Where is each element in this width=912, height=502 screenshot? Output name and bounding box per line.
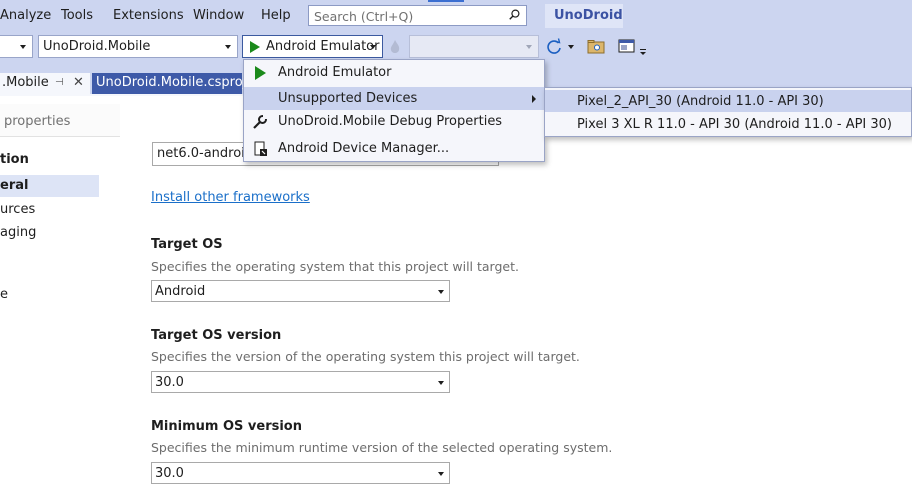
menu-window[interactable]: Window bbox=[193, 8, 244, 23]
search-placeholder: Search (Ctrl+Q) bbox=[314, 9, 414, 24]
menu-item-android-emulator[interactable]: Android Emulator bbox=[244, 61, 544, 84]
chevron-down-icon bbox=[438, 381, 444, 385]
chevron-down-icon bbox=[438, 290, 444, 294]
properties-search-placeholder: properties bbox=[4, 114, 71, 129]
target-os-select[interactable]: Android bbox=[151, 280, 450, 302]
chevron-down-icon bbox=[438, 472, 444, 476]
run-target-menu: Android Emulator Unsupported Devices Uno… bbox=[243, 59, 545, 162]
nav-item-resources[interactable]: urces bbox=[0, 202, 35, 217]
target-os-description: Specifies the operating system that this… bbox=[151, 259, 519, 274]
target-os-heading: Target OS bbox=[151, 237, 223, 252]
run-button[interactable]: Android Emulator bbox=[242, 35, 383, 58]
target-os-version-heading: Target OS version bbox=[151, 328, 282, 343]
chevron-right-icon bbox=[532, 95, 536, 103]
min-os-version-heading: Minimum OS version bbox=[151, 419, 302, 434]
search-icon bbox=[509, 9, 520, 20]
menu-item-label: Android Device Manager... bbox=[278, 141, 450, 156]
submenu-item-pixel-2[interactable]: Pixel_2_API_30 (Android 11.0 - API 30) bbox=[545, 90, 911, 112]
device-combo bbox=[409, 35, 539, 58]
flame-icon[interactable] bbox=[389, 39, 401, 55]
menu-item-label: Android Emulator bbox=[278, 65, 392, 80]
play-icon bbox=[252, 65, 268, 81]
nav-section-application[interactable]: tion bbox=[0, 152, 29, 167]
config-combo[interactable] bbox=[0, 35, 33, 58]
refresh-icon[interactable] bbox=[545, 38, 563, 56]
unsupported-devices-submenu: Pixel_2_API_30 (Android 11.0 - API 30) P… bbox=[544, 87, 912, 137]
play-icon bbox=[250, 41, 260, 53]
target-os-value: Android bbox=[155, 284, 206, 299]
menu-item-unsupported-devices[interactable]: Unsupported Devices bbox=[244, 87, 544, 110]
window-layout-icon[interactable] bbox=[618, 38, 636, 56]
project-combo-value: UnoDroid.Mobile bbox=[43, 39, 151, 54]
run-button-label: Android Emulator bbox=[266, 39, 380, 54]
project-combo[interactable]: UnoDroid.Mobile bbox=[38, 35, 238, 58]
menu-analyze[interactable]: Analyze bbox=[0, 8, 51, 23]
app-title: UnoDroid bbox=[554, 8, 623, 23]
menu-item-label: UnoDroid.Mobile Debug Properties bbox=[278, 114, 503, 129]
chevron-down-icon bbox=[526, 45, 532, 49]
tab-label: .Mobile bbox=[2, 75, 49, 90]
tab-mobile[interactable]: .Mobile ⊣ ✕ bbox=[0, 73, 90, 94]
device-manager-icon bbox=[252, 141, 268, 157]
close-icon[interactable]: ✕ bbox=[73, 75, 84, 90]
submenu-item-label: Pixel_2_API_30 (Android 11.0 - API 30) bbox=[577, 94, 824, 109]
chevron-down-icon bbox=[225, 45, 231, 49]
target-os-version-description: Specifies the version of the operating s… bbox=[151, 349, 580, 364]
nav-item-other[interactable]: e bbox=[0, 287, 8, 302]
overflow-line bbox=[640, 49, 646, 50]
nav-item-packaging[interactable]: aging bbox=[0, 225, 36, 240]
menu-item-device-manager[interactable]: Android Device Manager... bbox=[244, 137, 544, 160]
menu-item-label: Unsupported Devices bbox=[278, 91, 418, 106]
target-framework-value: net6.0-android bbox=[157, 146, 254, 161]
wrench-icon bbox=[252, 114, 268, 130]
target-os-version-value: 30.0 bbox=[155, 375, 184, 390]
tab-label: UnoDroid.Mobile.csproj bbox=[96, 75, 247, 90]
chevron-down-icon[interactable] bbox=[640, 52, 646, 55]
chevron-down-icon[interactable] bbox=[568, 45, 574, 49]
search-input[interactable]: Search (Ctrl+Q) bbox=[308, 5, 527, 26]
tab-csproj[interactable]: UnoDroid.Mobile.csproj bbox=[92, 73, 246, 94]
install-frameworks-link[interactable]: Install other frameworks bbox=[151, 190, 310, 205]
min-os-version-select[interactable]: 30.0 bbox=[151, 462, 450, 484]
folder-icon[interactable] bbox=[587, 38, 605, 56]
title-accent bbox=[428, 0, 464, 2]
min-os-version-description: Specifies the minimum runtime version of… bbox=[151, 440, 613, 455]
menu-extensions[interactable]: Extensions bbox=[113, 8, 184, 23]
menu-item-debug-properties[interactable]: UnoDroid.Mobile Debug Properties bbox=[244, 110, 544, 133]
nav-item-general[interactable]: eral bbox=[0, 178, 28, 193]
menu-tools[interactable]: Tools bbox=[61, 8, 93, 23]
submenu-item-pixel-3-xl[interactable]: Pixel 3 XL R 11.0 - API 30 (Android 11.0… bbox=[545, 113, 911, 135]
chevron-down-icon bbox=[20, 45, 26, 49]
properties-search[interactable]: properties bbox=[0, 104, 120, 137]
min-os-version-value: 30.0 bbox=[155, 466, 184, 481]
pin-icon[interactable]: ⊣ bbox=[55, 77, 64, 88]
menu-help[interactable]: Help bbox=[261, 8, 291, 23]
submenu-item-label: Pixel 3 XL R 11.0 - API 30 (Android 11.0… bbox=[577, 117, 893, 132]
target-os-version-select[interactable]: 30.0 bbox=[151, 371, 450, 393]
chevron-down-icon bbox=[370, 45, 376, 49]
